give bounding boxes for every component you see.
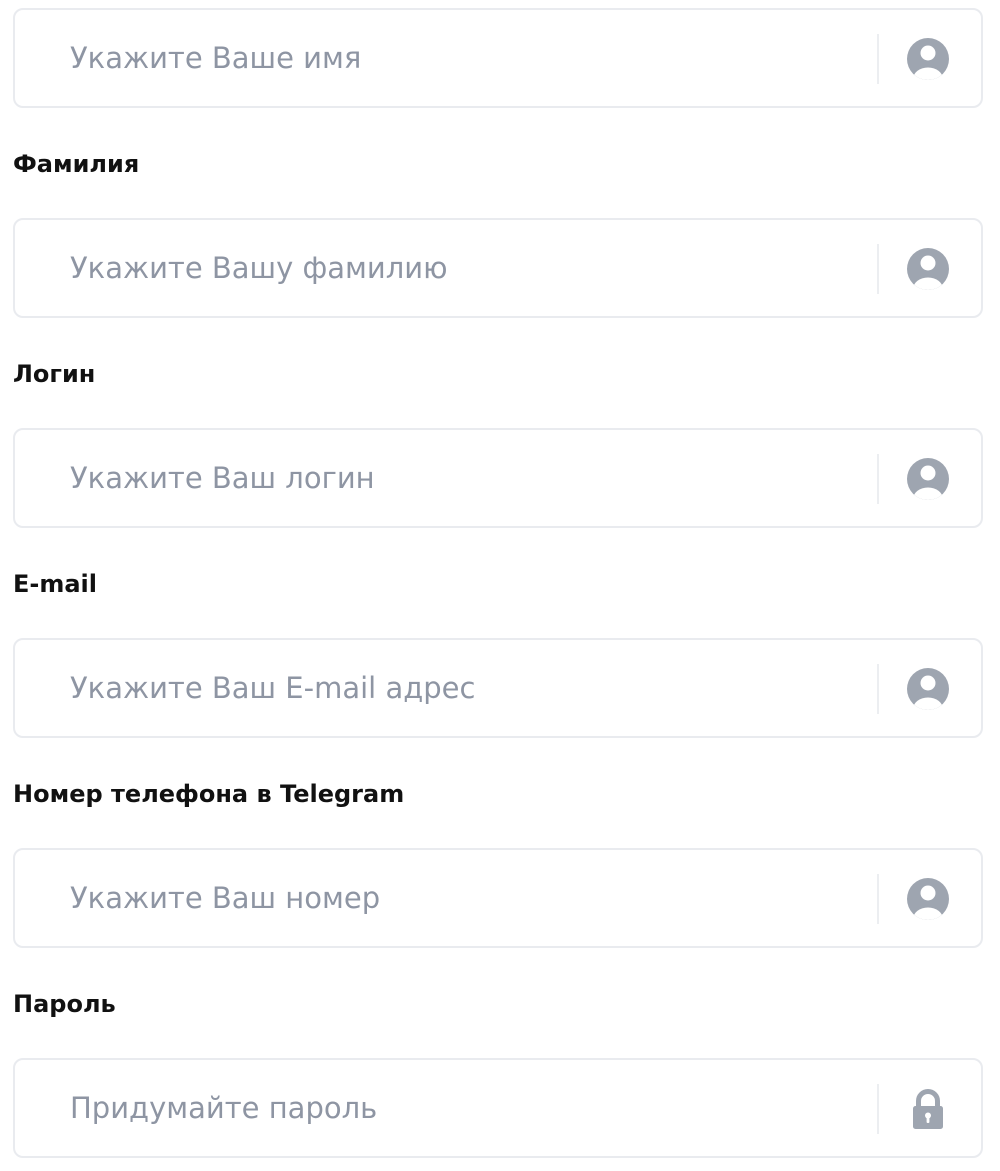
email-input[interactable] — [70, 640, 870, 736]
user-icon — [906, 457, 950, 501]
field-divider — [877, 1084, 879, 1134]
last-name-field[interactable] — [13, 218, 983, 318]
user-icon — [906, 247, 950, 291]
login-field[interactable] — [13, 428, 983, 528]
user-icon — [906, 667, 950, 711]
user-icon — [906, 37, 950, 81]
telegram-phone-input[interactable] — [70, 850, 870, 946]
field-divider — [877, 34, 879, 84]
field-divider — [877, 454, 879, 504]
field-divider — [877, 244, 879, 294]
last-name-input[interactable] — [70, 220, 870, 316]
password-field[interactable] — [13, 1058, 983, 1158]
password-label: Пароль — [13, 990, 116, 1018]
first-name-input[interactable] — [70, 10, 870, 106]
last-name-label: Фамилия — [13, 150, 140, 178]
login-label: Логин — [13, 360, 96, 388]
field-divider — [877, 874, 879, 924]
lock-icon — [906, 1087, 950, 1131]
password-input[interactable] — [70, 1060, 870, 1156]
email-label: E-mail — [13, 570, 98, 598]
user-icon — [906, 877, 950, 921]
login-input[interactable] — [70, 430, 870, 526]
telegram-phone-label: Номер телефона в Telegram — [13, 780, 405, 808]
field-divider — [877, 664, 879, 714]
first-name-field[interactable] — [13, 8, 983, 108]
email-field[interactable] — [13, 638, 983, 738]
telegram-phone-field[interactable] — [13, 848, 983, 948]
